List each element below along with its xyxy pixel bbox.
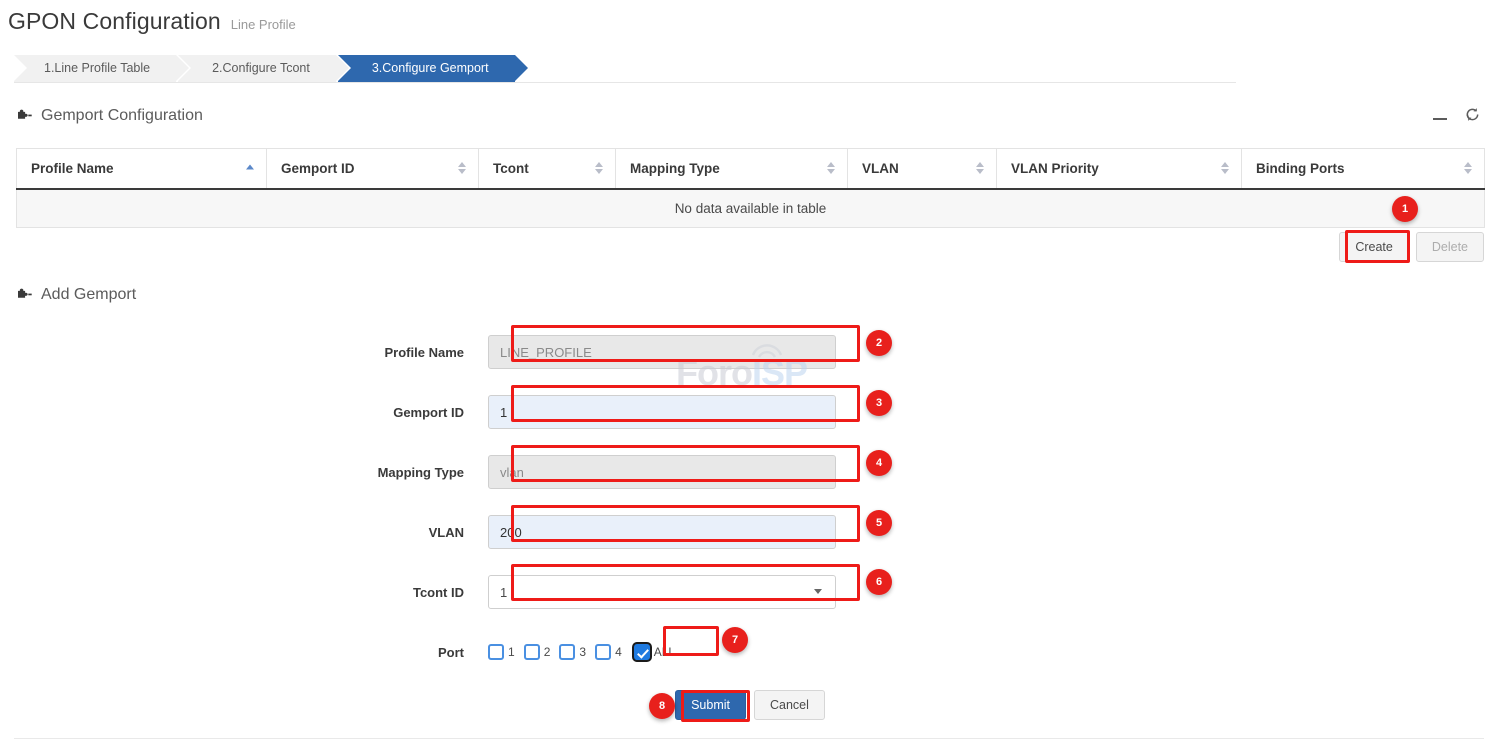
wizard-steps: 1.Line Profile Table 2.Configure Tcont 3… xyxy=(14,55,517,82)
column-label: Binding Ports xyxy=(1256,161,1345,176)
column-label: VLAN Priority xyxy=(1011,161,1099,176)
profile-name-input xyxy=(488,335,836,369)
badge-6: 6 xyxy=(866,569,892,595)
checkbox-icon[interactable] xyxy=(595,644,611,660)
label-tcont-id: Tcont ID xyxy=(0,585,488,600)
port-checkbox-4[interactable]: 4 xyxy=(595,644,622,660)
wizard-step-1-label: 1.Line Profile Table xyxy=(44,61,150,75)
label-mapping-type: Mapping Type xyxy=(0,465,488,480)
label-profile-name: Profile Name xyxy=(0,345,488,360)
port-label: 2 xyxy=(544,645,551,659)
column-header-binding-ports[interactable]: Binding Ports xyxy=(1242,149,1485,189)
port-label: 4 xyxy=(615,645,622,659)
create-button[interactable]: Create xyxy=(1339,232,1409,262)
table-actions: Create Delete xyxy=(1339,232,1484,262)
wizard-step-3-label: 3.Configure Gemport xyxy=(372,61,489,75)
badge-5: 5 xyxy=(866,510,892,536)
field-row-tcont-id: Tcont ID 1 xyxy=(0,562,1500,622)
refresh-icon[interactable] xyxy=(1465,107,1480,125)
badge-8: 8 xyxy=(649,693,675,719)
column-label: Profile Name xyxy=(31,161,114,176)
add-gemport-header: Add Gemport xyxy=(16,286,136,304)
column-header-vlan-priority[interactable]: VLAN Priority xyxy=(997,149,1242,189)
gemport-id-input[interactable] xyxy=(488,395,836,429)
gemport-configuration-header: Gemport Configuration xyxy=(16,107,203,125)
field-row-profile-name: Profile Name xyxy=(0,322,1500,382)
wizard-divider xyxy=(14,82,1236,83)
sort-icon[interactable] xyxy=(1221,162,1229,174)
column-header-profile-name[interactable]: Profile Name xyxy=(17,149,267,189)
gemport-configuration-title: Gemport Configuration xyxy=(41,107,203,125)
sort-icon[interactable] xyxy=(827,162,835,174)
wizard-step-3[interactable]: 3.Configure Gemport xyxy=(338,55,515,82)
sort-icon[interactable] xyxy=(976,162,984,174)
puzzle-icon xyxy=(16,288,32,303)
gpon-configuration-page: GPON Configuration Line Profile 1.Line P… xyxy=(0,0,1500,744)
tcont-id-select[interactable]: 1 xyxy=(488,575,836,609)
field-row-gemport-id: Gemport ID xyxy=(0,382,1500,442)
sort-icon[interactable] xyxy=(1464,162,1472,174)
label-port: Port xyxy=(0,645,488,660)
port-label: ALL xyxy=(654,645,675,659)
badge-4: 4 xyxy=(866,450,892,476)
column-label: Mapping Type xyxy=(630,161,720,176)
wizard-step-1[interactable]: 1.Line Profile Table xyxy=(14,55,176,82)
panel-tools xyxy=(1433,107,1480,125)
port-checkbox-1[interactable]: 1 xyxy=(488,644,515,660)
checkbox-checked-icon[interactable] xyxy=(634,644,650,660)
table-empty-message: No data available in table xyxy=(17,189,1485,228)
column-header-vlan[interactable]: VLAN xyxy=(848,149,997,189)
label-gemport-id: Gemport ID xyxy=(0,405,488,420)
badge-2: 2 xyxy=(866,330,892,356)
wizard-step-2-label: 2.Configure Tcont xyxy=(212,61,310,75)
table-empty-row: No data available in table xyxy=(17,189,1485,228)
delete-button: Delete xyxy=(1416,232,1484,262)
checkbox-icon[interactable] xyxy=(524,644,540,660)
column-label: Tcont xyxy=(493,161,529,176)
gemport-table: Profile Name Gemport ID Tcont Mapping Ty… xyxy=(16,148,1484,228)
column-label: VLAN xyxy=(862,161,899,176)
port-label: 3 xyxy=(579,645,586,659)
badge-7: 7 xyxy=(722,627,748,653)
puzzle-icon xyxy=(16,109,32,124)
column-header-tcont[interactable]: Tcont xyxy=(479,149,616,189)
port-checkbox-group: 1 2 3 4 ALL xyxy=(488,644,836,660)
form-actions: Submit Cancel xyxy=(0,690,1500,720)
port-checkbox-3[interactable]: 3 xyxy=(559,644,586,660)
page-header: GPON Configuration Line Profile xyxy=(8,8,296,35)
badge-3: 3 xyxy=(866,390,892,416)
column-header-mapping-type[interactable]: Mapping Type xyxy=(616,149,848,189)
field-row-mapping-type: Mapping Type xyxy=(0,442,1500,502)
field-row-vlan: VLAN xyxy=(0,502,1500,562)
mapping-type-input xyxy=(488,455,836,489)
add-gemport-form: Profile Name Gemport ID Mapping Type VLA… xyxy=(0,322,1500,682)
minus-icon[interactable] xyxy=(1433,109,1447,124)
checkbox-icon[interactable] xyxy=(559,644,575,660)
wizard-step-2[interactable]: 2.Configure Tcont xyxy=(178,55,336,82)
table-header-row: Profile Name Gemport ID Tcont Mapping Ty… xyxy=(17,149,1485,189)
sort-icon[interactable] xyxy=(458,162,466,174)
port-label: 1 xyxy=(508,645,515,659)
field-row-port: Port 1 2 3 xyxy=(0,622,1500,682)
column-label: Gemport ID xyxy=(281,161,355,176)
add-gemport-title: Add Gemport xyxy=(41,286,136,304)
cancel-button[interactable]: Cancel xyxy=(754,690,825,720)
badge-1: 1 xyxy=(1392,196,1418,222)
port-checkbox-2[interactable]: 2 xyxy=(524,644,551,660)
page-title: GPON Configuration xyxy=(8,8,221,35)
column-header-gemport-id[interactable]: Gemport ID xyxy=(267,149,479,189)
page-subtitle: Line Profile xyxy=(231,17,296,32)
submit-button[interactable]: Submit xyxy=(675,690,746,720)
port-checkbox-all[interactable]: ALL xyxy=(634,644,675,660)
sort-asc-icon[interactable] xyxy=(246,165,254,172)
vlan-input[interactable] xyxy=(488,515,836,549)
sort-icon[interactable] xyxy=(595,162,603,174)
label-vlan: VLAN xyxy=(0,525,488,540)
bottom-divider xyxy=(14,738,1484,739)
checkbox-icon[interactable] xyxy=(488,644,504,660)
